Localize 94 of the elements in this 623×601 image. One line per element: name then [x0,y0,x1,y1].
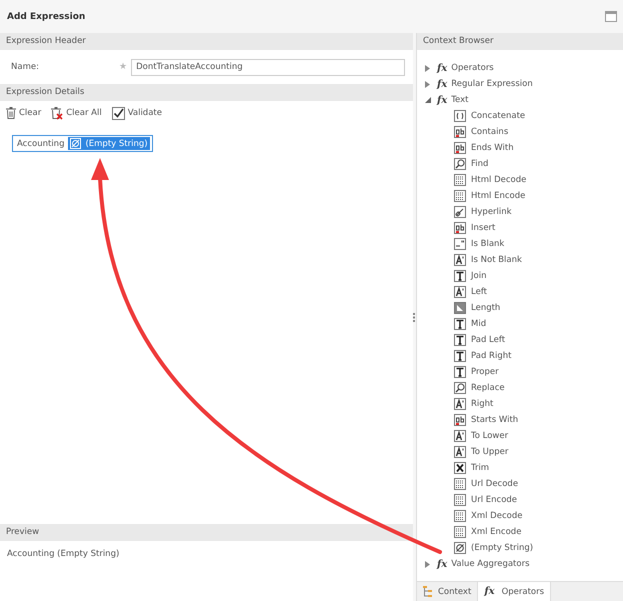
tree-item[interactable]: Starts With [471,415,518,425]
tree-item[interactable]: Contains [471,127,508,137]
tree-item[interactable]: Hyperlink [471,207,512,217]
tree-item[interactable]: Right [471,399,494,409]
tree-item[interactable]: Url Decode [471,479,518,489]
braces-icon [454,110,466,122]
tree-item[interactable]: Url Encode [471,495,518,505]
tree-item[interactable]: Xml Encode [471,527,522,537]
typeface-icon [454,350,466,362]
tree-item[interactable]: Mid [471,319,486,329]
function-icon: fx [484,586,495,597]
clear-button[interactable]: Clear [6,107,42,119]
tree-item[interactable]: Left [471,287,487,297]
tree-item[interactable]: Regular Expression [451,79,533,89]
magnifier-icon [454,158,466,170]
binary-icon [454,526,466,538]
tree-item[interactable]: Pad Left [471,335,506,345]
function-icon: fx [437,558,448,570]
typeface-icon [454,318,466,330]
slashed-circle-icon [454,542,466,554]
ab-icon [454,126,466,138]
tree-item[interactable]: Concatenate [471,111,526,121]
tree-item[interactable]: To Upper [471,447,508,457]
ab-icon [454,414,466,426]
ab-icon [454,222,466,234]
validate-checkbox[interactable]: Validate [112,106,162,120]
tree-item[interactable]: Replace [471,383,505,393]
tree-item[interactable]: To Lower [471,431,508,441]
tab[interactable]: fx Operators [477,582,552,601]
binary-icon [454,494,466,506]
tree-item[interactable]: Insert [471,223,496,233]
section-header: Expression Header [0,33,413,50]
name-field[interactable]: DontTranslateAccounting [131,58,405,76]
tree-item[interactable]: Is Blank [471,239,504,249]
expand-caret-icon[interactable] [425,560,431,568]
tree-item[interactable]: Operators [451,63,494,73]
clear-all-button[interactable]: Clear All [51,106,102,120]
tree-item[interactable]: Is Not Blank [471,255,522,265]
cross-icon [454,462,466,474]
tab-label: Context [438,586,472,596]
binary-icon [454,510,466,522]
section-header: Preview [0,524,413,541]
tree-item[interactable]: Find [471,159,488,169]
binary-icon [454,174,466,186]
letter-icon [454,446,466,458]
maximize-icon[interactable] [605,11,617,22]
trash-icon [6,107,16,119]
tab-label: Operators [502,586,544,596]
typeface-icon [454,366,466,378]
tree-item[interactable]: Proper [471,367,499,377]
tree-item[interactable]: Html Encode [471,191,526,201]
binary-icon [454,478,466,490]
preview-text: Accounting (Empty String) [7,549,120,559]
function-icon: fx [437,78,448,90]
ruler-icon [454,302,466,314]
letter-icon [454,430,466,442]
tree-item[interactable]: Pad Right [471,351,512,361]
letter-icon [454,398,466,410]
letter-icon [454,254,466,266]
link-icon [454,206,466,218]
slashed-circle-icon [70,138,82,149]
tree-item[interactable]: (Empty String) [471,543,534,553]
tree-item[interactable]: Trim [471,463,490,473]
section-header: Expression Details [0,84,413,101]
tree-item[interactable]: Html Decode [471,175,526,185]
function-icon: fx [437,94,448,106]
tree-item[interactable]: Text [451,95,468,105]
splitter-handle-icon[interactable] [413,312,415,322]
typeface-icon [454,334,466,346]
tree-item[interactable]: Xml Decode [471,511,522,521]
checkbox-icon [112,106,125,120]
expand-caret-icon[interactable] [425,80,431,88]
blank-icon [454,238,466,250]
binary-icon [454,190,466,202]
tree-icon [423,586,435,598]
window-title: Add Expression [7,12,86,22]
panel-header: Context Browser [417,33,623,50]
tree-item[interactable]: Join [471,271,486,281]
ab-icon [454,142,466,154]
required-icon: ★ [119,62,128,72]
magnifier-icon [454,382,466,394]
function-icon: fx [437,62,448,74]
tree-item[interactable]: Length [471,303,500,313]
text-token[interactable]: Accounting [15,138,66,150]
trash-delete-icon [51,106,64,120]
tree-item[interactable]: Ends With [471,143,514,153]
collapse-caret-icon[interactable] [425,96,431,104]
function-token[interactable]: (Empty String) [68,137,150,150]
tree-item[interactable]: Value Aggregators [451,559,530,569]
field-label: Name: [11,62,40,72]
letter-icon [454,286,466,298]
expand-caret-icon[interactable] [425,64,431,72]
typeface-icon [454,270,466,282]
expression-field[interactable]: Accounting (Empty String) [12,135,153,152]
